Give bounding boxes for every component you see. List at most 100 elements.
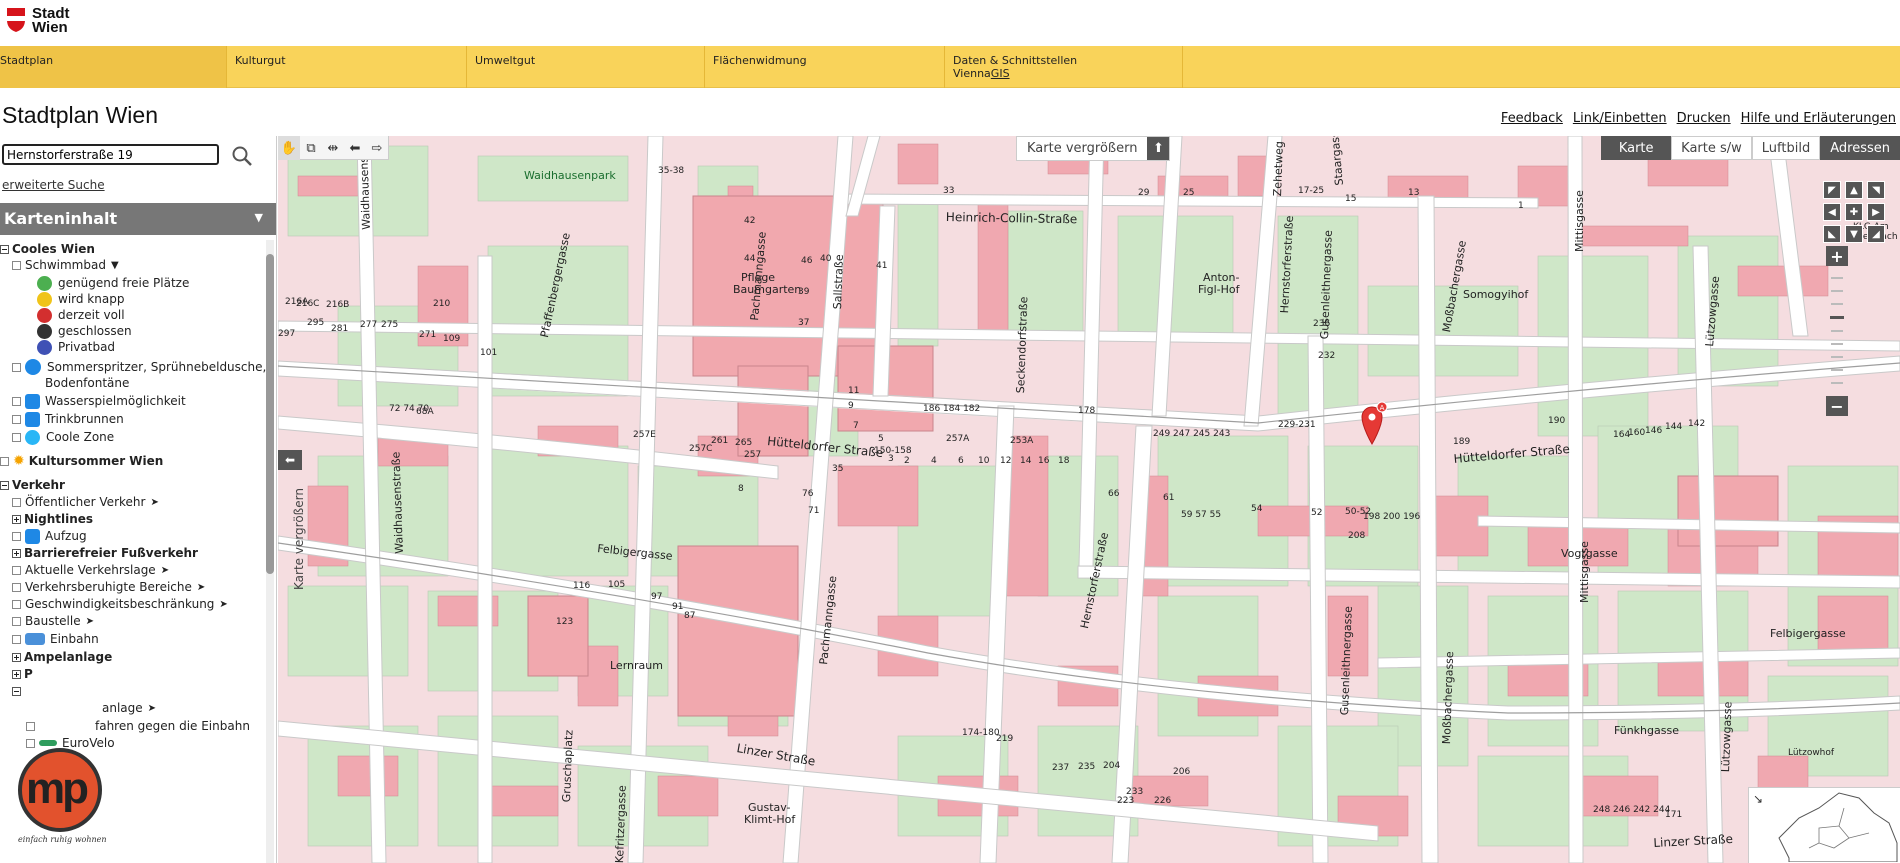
enlarge-map-bar[interactable]: Karte vergrößern ⬆	[1016, 136, 1171, 161]
pan-ne-icon[interactable]: ◥	[1867, 181, 1885, 199]
stadt-wien-logo[interactable]: Stadt Wien	[6, 6, 70, 35]
checkbox[interactable]	[12, 634, 21, 644]
chevron-right-icon[interactable]: ➤	[197, 582, 205, 593]
link-einbetten-link[interactable]: Link/Einbetten	[1573, 111, 1667, 126]
drucken-link[interactable]: Drucken	[1677, 111, 1731, 126]
expand-icon[interactable]	[12, 652, 21, 662]
nav-daten-schnittstellen[interactable]: Daten & Schnittstellen ViennaGIS	[945, 46, 1183, 88]
measure-icon[interactable]: ⇹	[322, 136, 344, 160]
karteninhalt-header[interactable]: Karteninhalt ▼	[0, 203, 276, 235]
collapse-icon[interactable]	[0, 244, 9, 254]
forward-arrow-icon[interactable]: ⇨	[366, 136, 388, 160]
checkbox[interactable]	[12, 396, 21, 406]
tree-partial[interactable]: P	[12, 665, 33, 683]
collapse-left-icon[interactable]: ⬅	[278, 450, 302, 470]
tree-ampelanlage[interactable]: Ampelanlage	[12, 648, 112, 666]
tree-kultursommer[interactable]: ✹ Kultursommer Wien	[0, 452, 163, 470]
tree-aufzug[interactable]: Aufzug	[12, 527, 87, 545]
map-view[interactable]: Waidhausenpark Pflege Baumgarten Anton- …	[278, 136, 1900, 863]
checkbox[interactable]	[26, 738, 35, 748]
overview-toggle-icon[interactable]: ↘	[1753, 792, 1763, 806]
checkbox[interactable]	[12, 565, 21, 575]
hilfe-link[interactable]: Hilfe und Erläuterungen	[1741, 111, 1896, 126]
checkbox[interactable]	[12, 616, 21, 626]
sidebar-scrollbar[interactable]	[266, 240, 274, 863]
pan-up-icon[interactable]: ▲	[1845, 181, 1863, 199]
chevron-right-icon[interactable]: ➤	[161, 565, 169, 576]
tree-schwimmbad[interactable]: Schwimmbad ▼	[12, 256, 119, 274]
chevron-right-icon[interactable]: ➤	[219, 599, 227, 610]
arrow-up-icon[interactable]: ⬆	[1147, 137, 1170, 160]
pan-se-icon[interactable]: ◢	[1867, 225, 1885, 243]
checkbox[interactable]	[12, 362, 21, 372]
pan-left-icon[interactable]: ◀	[1823, 203, 1841, 221]
checkbox[interactable]	[12, 414, 21, 424]
zoom-tick[interactable]	[1831, 369, 1843, 371]
map-base-layer[interactable]	[278, 136, 1900, 863]
zoom-tick[interactable]	[1831, 356, 1843, 358]
zoom-slider-handle[interactable]	[1830, 316, 1844, 319]
tree-barrierefrei[interactable]: Barrierefreier Fußverkehr	[12, 544, 198, 562]
search-input[interactable]	[2, 144, 219, 165]
tree-einbahn[interactable]: Einbahn	[12, 630, 99, 648]
maptype-karte[interactable]: Karte	[1601, 136, 1672, 160]
zoom-tick[interactable]	[1831, 330, 1843, 332]
checkbox[interactable]	[26, 721, 35, 731]
overview-map[interactable]: ↘	[1748, 787, 1900, 863]
nav-flaechenwidmung[interactable]: Flächenwidmung	[705, 46, 945, 88]
maptype-luftbild[interactable]: Luftbild	[1751, 136, 1821, 160]
tree-baustelle[interactable]: Baustelle ➤	[12, 612, 94, 630]
pan-nw-icon[interactable]: ◤	[1823, 181, 1841, 199]
zoom-tick[interactable]	[1831, 290, 1843, 292]
tree-coole-zone[interactable]: Coole Zone	[12, 428, 114, 446]
pan-sw-icon[interactable]: ◣	[1823, 225, 1841, 243]
nav-kulturgut[interactable]: Kulturgut	[227, 46, 467, 88]
checkbox[interactable]	[0, 456, 9, 466]
zoom-tick[interactable]	[1831, 303, 1843, 305]
zoom-box-icon[interactable]: ⧉	[300, 136, 322, 160]
expand-icon[interactable]	[12, 669, 21, 679]
pan-right-icon[interactable]: ▶	[1867, 203, 1885, 221]
pan-center-icon[interactable]: ✚	[1845, 203, 1863, 221]
chevron-right-icon[interactable]: ➤	[148, 703, 156, 714]
checkbox[interactable]	[12, 260, 21, 270]
checkbox[interactable]	[12, 582, 21, 592]
pan-down-icon[interactable]: ▼	[1845, 225, 1863, 243]
tree-partial-sub[interactable]	[12, 682, 24, 700]
collapse-icon[interactable]	[12, 686, 21, 696]
scrollbar-thumb[interactable]	[266, 254, 274, 574]
checkbox[interactable]	[12, 599, 21, 609]
zoom-out-icon[interactable]: −	[1826, 396, 1848, 416]
tree-trinkbrunnen[interactable]: Trinkbrunnen	[12, 410, 124, 428]
tree-einbahn-gegen[interactable]: fahren gegen die Einbahn	[26, 717, 250, 735]
zoom-tick[interactable]	[1831, 277, 1843, 279]
checkbox[interactable]	[12, 432, 21, 442]
tree-geschwindigkeit[interactable]: Geschwindigkeitsbeschränkung ➤	[12, 595, 228, 613]
expand-icon[interactable]	[12, 514, 21, 524]
zoom-in-icon[interactable]: +	[1826, 246, 1848, 266]
tree-nightlines[interactable]: Nightlines	[12, 510, 93, 528]
tree-verkehr[interactable]: Verkehr	[0, 476, 65, 494]
nav-umweltgut[interactable]: Umweltgut	[467, 46, 705, 88]
expand-icon[interactable]	[12, 548, 21, 558]
location-pin-icon[interactable]: A	[1360, 401, 1388, 445]
vertical-enlarge-label[interactable]: Karte vergrößern	[292, 488, 306, 590]
zoom-tick[interactable]	[1831, 343, 1843, 345]
chevron-right-icon[interactable]: ➤	[86, 616, 94, 627]
tree-verkehrsberuhigt[interactable]: Verkehrsberuhigte Bereiche ➤	[12, 578, 205, 596]
advanced-search-link[interactable]: erweiterte Suche	[2, 178, 105, 192]
tree-oeffentlicher-verkehr[interactable]: Öffentlicher Verkehr ➤	[12, 493, 159, 511]
checkbox[interactable]	[12, 497, 21, 507]
maptype-karte-sw[interactable]: Karte s/w	[1671, 136, 1752, 160]
nav-stadtplan[interactable]: Stadtplan	[0, 46, 227, 88]
feedback-link[interactable]: Feedback	[1501, 111, 1563, 126]
chevron-down-icon[interactable]: ▼	[111, 260, 119, 271]
magnifier-icon[interactable]	[230, 144, 254, 168]
zoom-tick[interactable]	[1831, 382, 1843, 384]
tree-verkehrslage[interactable]: Aktuelle Verkehrslage ➤	[12, 561, 169, 579]
hand-pan-icon[interactable]: ✋	[278, 136, 300, 160]
checkbox[interactable]	[12, 531, 21, 541]
chevron-right-icon[interactable]: ➤	[150, 497, 158, 508]
back-arrow-icon[interactable]: ⬅	[344, 136, 366, 160]
maptype-adressen[interactable]: Adressen	[1820, 136, 1900, 160]
